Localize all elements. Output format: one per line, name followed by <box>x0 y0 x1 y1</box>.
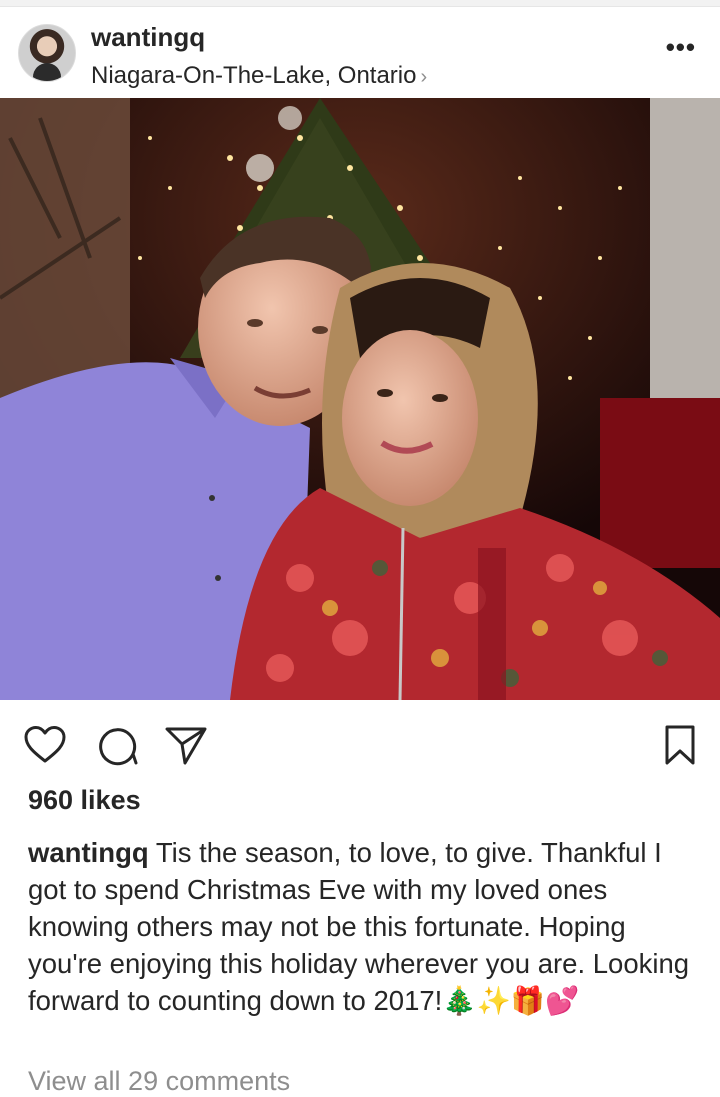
post-actions <box>0 700 720 786</box>
bookmark-icon[interactable] <box>664 724 696 766</box>
more-options-button[interactable]: ••• <box>666 32 696 63</box>
caption-username[interactable]: wantingq <box>28 837 149 868</box>
photo-illustration <box>0 98 720 700</box>
location-text: Niagara-On-The-Lake, Ontario <box>91 62 417 89</box>
chevron-right-icon: › <box>420 66 428 88</box>
avatar[interactable] <box>18 24 76 82</box>
heart-icon[interactable] <box>24 726 66 764</box>
view-comments-link[interactable]: View all 29 comments <box>28 1066 290 1097</box>
post-caption: wantingq Tis the season, to love, to giv… <box>28 834 698 1019</box>
send-icon[interactable] <box>164 726 208 766</box>
post-header: wantingq Niagara-On-The-Lake, Ontario › •… <box>0 6 720 98</box>
comment-icon[interactable] <box>96 724 138 766</box>
likes-count[interactable]: 960 likes <box>28 785 141 816</box>
post-username[interactable]: wantingq <box>91 22 205 53</box>
post-location[interactable]: Niagara-On-The-Lake, Ontario › <box>91 62 427 90</box>
post-photo[interactable] <box>0 98 720 700</box>
